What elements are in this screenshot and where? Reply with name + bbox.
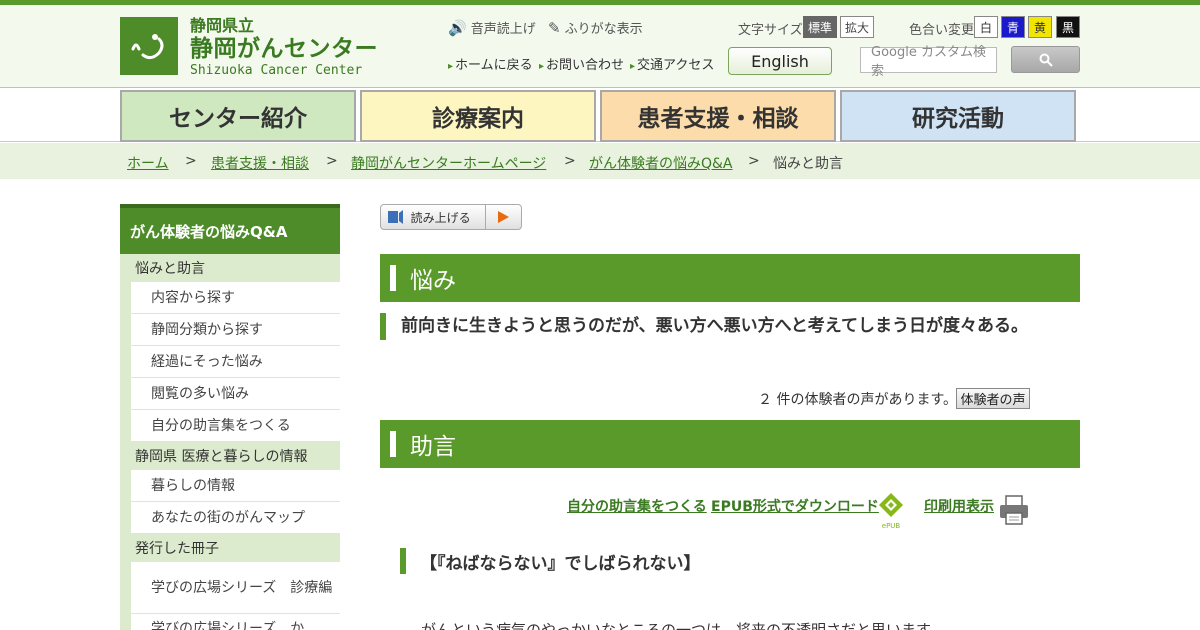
question-text: 前向きに生きようと思うのだが、悪い方へ悪い方へと考えてしまう日が度々ある。 <box>380 313 1040 340</box>
voice-read-link[interactable]: 🔊 音声読上げ <box>448 18 536 38</box>
breadcrumb-separator: > <box>564 153 576 169</box>
breadcrumb-home[interactable]: ホーム <box>127 153 169 173</box>
font-size-label: 文字サイズ <box>738 23 803 38</box>
voice-read-label: 音声読上げ <box>470 22 536 37</box>
sidebar-item-shizuoka-class[interactable]: 静岡分類から探す <box>131 314 340 346</box>
font-large-button[interactable]: 拡大 <box>840 16 874 38</box>
search-icon <box>1039 53 1053 67</box>
color-change-label: 色合い変更 <box>909 23 975 38</box>
search-input[interactable]: Google カスタム検索 <box>860 45 997 79</box>
pencil-icon: ✎ <box>548 18 561 37</box>
sidebar-item-search-content[interactable]: 内容から探す <box>131 282 340 314</box>
sidebar-item-booklet-2[interactable]: 学びの広場シリーズ か <box>131 614 340 630</box>
color-blue-button[interactable]: 青 <box>1001 16 1025 38</box>
experience-count: ２ 件の体験者の声があります。 <box>758 392 958 408</box>
speaker-icon: 🔊 <box>448 18 467 37</box>
breadcrumb-current: 悩みと助言 <box>773 156 843 172</box>
logo-line2: 静岡がんセンター <box>190 36 378 62</box>
font-standard-button[interactable]: 標準 <box>803 16 837 38</box>
sidebar-category-booklets[interactable]: 発行した冊子 <box>120 534 340 562</box>
sidebar-item-popular[interactable]: 閲覧の多い悩み <box>131 378 340 410</box>
tab-medical-guide[interactable]: 診療案内 <box>360 90 596 142</box>
print-view-link[interactable]: 印刷用表示 <box>924 496 994 516</box>
access-link[interactable]: 交通アクセス <box>630 54 714 73</box>
sidebar-item-timeline[interactable]: 経過にそった悩み <box>131 346 340 378</box>
sidebar-item-booklet-medical[interactable]: 学びの広場シリーズ 診療編 <box>131 562 340 614</box>
experience-voice-button[interactable]: 体験者の声 <box>956 388 1030 409</box>
breadcrumb: ホーム > 患者支援・相談 > 静岡がんセンターホームページ > がん体験者の悩… <box>0 143 1200 179</box>
logo-mark-icon <box>120 17 178 75</box>
advice-body-text: がんという病気のやっかいなところの一つは、将来の不透明さだと思います。 <box>421 621 945 630</box>
color-yellow-button[interactable]: 黄 <box>1028 16 1052 38</box>
printer-icon[interactable] <box>998 494 1030 526</box>
sidebar-category-worries[interactable]: 悩みと助言 <box>120 254 340 282</box>
sidebar-title[interactable]: がん体験者の悩みQ&A <box>120 204 340 254</box>
sidebar-item-life-info[interactable]: 暮らしの情報 <box>131 470 340 502</box>
epub-icon[interactable]: ePUB <box>878 492 904 530</box>
make-collection-link[interactable]: 自分の助言集をつくる <box>567 496 707 516</box>
speaker-icon <box>381 209 411 225</box>
read-aloud-button[interactable]: 読み上げる <box>380 204 522 230</box>
worry-heading: 悩み <box>380 254 1080 302</box>
tab-research[interactable]: 研究活動 <box>840 90 1076 142</box>
play-icon <box>484 205 521 229</box>
english-button[interactable]: English <box>728 47 832 75</box>
logo-line3: Shizuoka Cancer Center <box>190 63 363 78</box>
breadcrumb-scc-home[interactable]: 静岡がんセンターホームページ <box>351 153 546 173</box>
breadcrumb-separator: > <box>185 153 197 169</box>
breadcrumb-separator: > <box>326 153 338 169</box>
furigana-link[interactable]: ✎ ふりがな表示 <box>548 18 643 38</box>
advice-subheading: 【『ねばならない』でしばられない】 <box>400 548 701 574</box>
search-button[interactable] <box>1011 46 1080 73</box>
epub-badge: ePUB <box>881 522 901 530</box>
color-white-button[interactable]: 白 <box>974 16 998 38</box>
breadcrumb-patient-support[interactable]: 患者支援・相談 <box>211 153 309 173</box>
logo-line1: 静岡県立 <box>190 16 255 35</box>
sidebar-category-medical-life[interactable]: 静岡県 医療と暮らしの情報 <box>120 442 340 470</box>
color-black-button[interactable]: 黒 <box>1056 16 1080 38</box>
breadcrumb-qa[interactable]: がん体験者の悩みQ&A <box>589 153 733 173</box>
breadcrumb-separator: > <box>748 153 760 169</box>
global-nav: センター紹介 診療案内 患者支援・相談 研究活動 <box>0 88 1200 142</box>
advice-heading: 助言 <box>380 420 1080 468</box>
furigana-label: ふりがな表示 <box>564 22 643 37</box>
read-aloud-label: 読み上げる <box>410 210 471 225</box>
tab-center-intro[interactable]: センター紹介 <box>120 90 356 142</box>
contact-link[interactable]: お問い合わせ <box>539 54 624 73</box>
epub-download-link[interactable]: EPUB形式でダウンロード <box>711 496 879 516</box>
sidebar-item-make-collection[interactable]: 自分の助言集をつくる <box>131 410 340 442</box>
sidebar-item-cancer-map[interactable]: あなたの街のがんマップ <box>131 502 340 534</box>
home-link[interactable]: ホームに戻る <box>448 54 533 73</box>
site-header: 静岡県立 静岡がんセンター Shizuoka Cancer Center 🔊 音… <box>0 5 1200 88</box>
site-logo[interactable]: 静岡県立 静岡がんセンター Shizuoka Cancer Center <box>120 17 378 79</box>
tab-patient-support[interactable]: 患者支援・相談 <box>600 90 836 142</box>
